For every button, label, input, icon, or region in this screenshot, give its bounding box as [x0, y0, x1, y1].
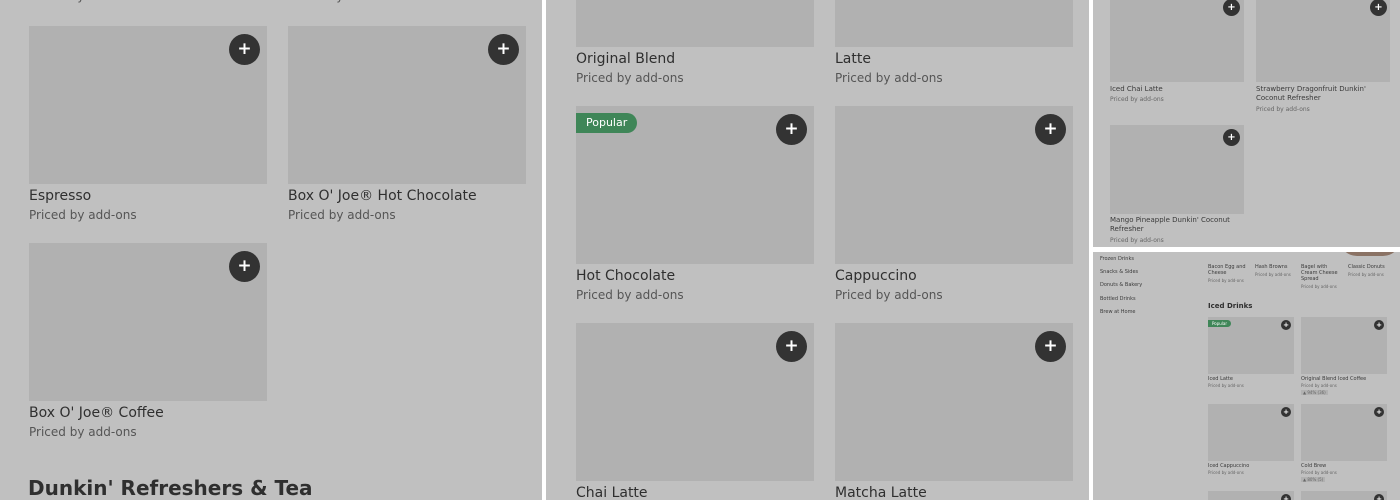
add-button[interactable]: + [776, 114, 807, 145]
item-price: Priced by add-ons [1301, 284, 1337, 289]
thumbs-up-icon: ▲ [1303, 477, 1307, 482]
item-price: Priced by add-ons [576, 71, 684, 85]
product-name: Espresso [29, 188, 92, 204]
rating-badge: ▲ 94% (36) [1301, 390, 1328, 395]
product-name: Iced Chai Latte [1110, 85, 1163, 93]
add-button[interactable]: + [229, 34, 260, 65]
product-name: Box O' Joe® Coffee [29, 405, 164, 421]
section-title: Iced Drinks [1208, 302, 1253, 310]
popular-badge: Popular [576, 113, 638, 133]
product-image[interactable] [1256, 0, 1390, 82]
item-price: Priced by add-ons [835, 288, 943, 302]
product-name: Matcha Latte [835, 485, 927, 500]
add-button[interactable]: + [1374, 320, 1384, 330]
sidebar-item-bottled-drinks[interactable]: Bottled Drinks [1100, 296, 1136, 302]
product-name: Bacon Egg and Cheese [1208, 264, 1246, 276]
add-button[interactable]: + [1035, 114, 1066, 145]
product-name: Original Blend Iced Coffee [1301, 376, 1367, 382]
product-name: Iced Cappuccino [1208, 463, 1250, 469]
product-name: Strawberry Dragonfruit Dunkin' Coconut R… [1256, 85, 1366, 102]
sidebar-item-donuts-bakery[interactable]: Donuts & Bakery [1100, 282, 1142, 288]
add-button[interactable]: + [1281, 494, 1291, 500]
sidebar-item-brew-at-home[interactable]: Brew at Home [1100, 309, 1136, 315]
product-image[interactable] [835, 0, 1073, 47]
item-price: Priced by add-ons [1301, 383, 1337, 388]
product-name: Hash Browns [1255, 264, 1288, 270]
item-price: Priced by add-ons [1110, 96, 1164, 103]
item-price: Priced by add-ons [1208, 470, 1244, 475]
item-price: Priced by add-ons [576, 288, 684, 302]
popular-badge: Popular [1208, 320, 1231, 327]
menu-panel-3: + + Iced Chai Latte Priced by add-ons St… [1093, 0, 1400, 247]
item-price: Priced by add-ons [29, 208, 137, 222]
menu-panel-4: Frozen Drinks Snacks & Sides Donuts & Ba… [1093, 252, 1400, 500]
item-price: Priced by add-ons [1256, 106, 1310, 113]
product-image[interactable] [576, 0, 814, 47]
product-name: Latte [835, 51, 871, 67]
sidebar-item-snacks-sides[interactable]: Snacks & Sides [1100, 269, 1138, 275]
item-price: Priced by add-ons [835, 71, 943, 85]
add-button[interactable]: + [488, 34, 519, 65]
product-name: Classic Donuts [1348, 264, 1385, 270]
item-price: Priced by add-ons [1208, 383, 1244, 388]
item-price: Priced by add-ons [1348, 272, 1384, 277]
add-button[interactable]: + [229, 251, 260, 282]
add-button[interactable]: + [1223, 129, 1240, 146]
item-price: Priced by add-ons [29, 0, 137, 3]
product-name: Mango Pineapple Dunkin' Coconut Refreshe… [1110, 216, 1230, 233]
item-price: Priced by add-ons [29, 425, 137, 439]
item-price: Priced by add-ons [288, 208, 396, 222]
product-name: Hot Chocolate [576, 268, 676, 284]
add-button[interactable]: + [1374, 407, 1384, 417]
item-price: Priced by add-ons [1208, 278, 1244, 283]
item-price: Priced by add-ons [1301, 470, 1337, 475]
product-name: Bagel with Cream Cheese Spread [1301, 264, 1338, 282]
product-name: Iced Latte [1208, 376, 1233, 382]
thumbs-up-icon: ▲ [1303, 390, 1307, 395]
product-name: Cappuccino [835, 268, 917, 284]
featured-image [1339, 252, 1400, 256]
item-price: Priced by add-ons [288, 0, 396, 3]
rating-badge: ▲ 80% (5) [1301, 477, 1326, 482]
add-button[interactable]: + [1374, 494, 1384, 500]
product-name: Cold Brew [1301, 463, 1327, 469]
section-title: Dunkin' Refreshers & Tea [28, 476, 313, 500]
add-button[interactable]: + [1281, 407, 1291, 417]
product-name: Box O' Joe® Hot Chocolate [288, 188, 477, 204]
product-name: Chai Latte [576, 485, 648, 500]
item-price: Priced by add-ons [1110, 237, 1164, 244]
add-button[interactable]: + [1281, 320, 1291, 330]
add-button[interactable]: + [776, 331, 807, 362]
add-button[interactable]: + [1035, 331, 1066, 362]
product-name: Original Blend [576, 51, 676, 67]
item-price: Priced by add-ons [1255, 272, 1291, 277]
menu-panel-2: Original Blend Priced by add-ons Latte P… [546, 0, 1089, 500]
sidebar-item-frozen-drinks[interactable]: Frozen Drinks [1100, 256, 1134, 262]
menu-panel-1: Priced by add-ons Priced by add-ons + Es… [0, 0, 542, 500]
